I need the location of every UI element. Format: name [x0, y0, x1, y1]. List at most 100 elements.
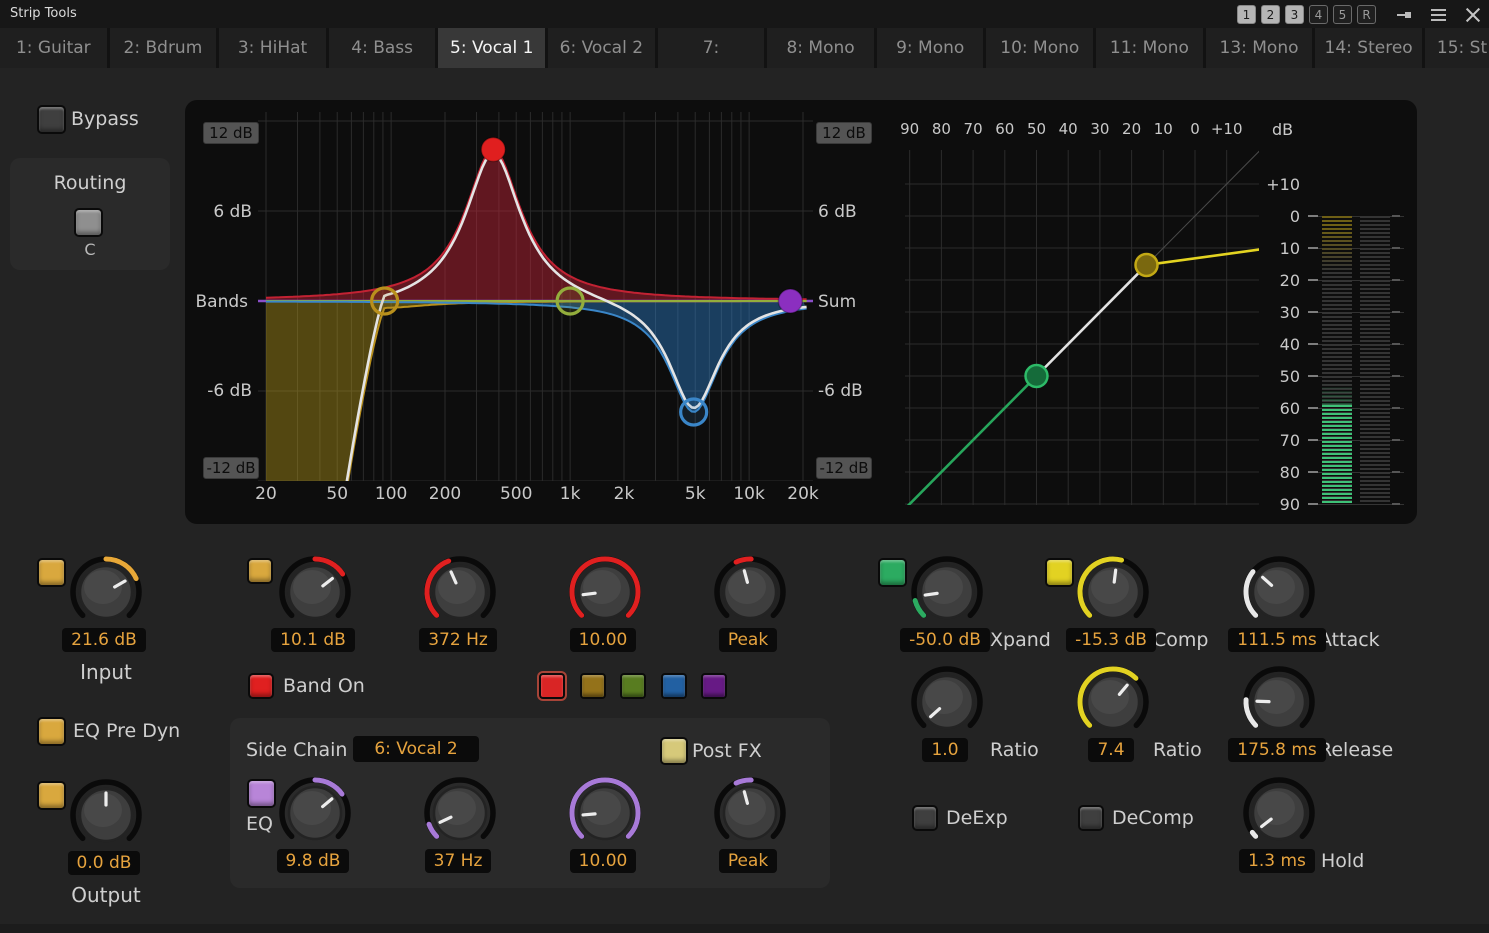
- tab-3[interactable]: 3: HiHat: [219, 28, 326, 68]
- band-color-swatch-2[interactable]: [580, 673, 606, 699]
- attack-knob[interactable]: [1239, 552, 1319, 632]
- output-value-text: 0.0 dB: [68, 851, 141, 875]
- xpand-ratio-value[interactable]: 1.0: [885, 738, 1005, 762]
- meter-tick-left: [1308, 215, 1318, 217]
- band-color-swatch-4[interactable]: [661, 673, 687, 699]
- eq-minus6db-right-label: -6 dB: [818, 381, 863, 401]
- band-q-knob[interactable]: [565, 552, 645, 632]
- close-icon[interactable]: [1465, 7, 1481, 23]
- sc-type-value[interactable]: Peak: [688, 849, 808, 873]
- tab-1[interactable]: 1: Guitar: [0, 28, 107, 68]
- input-knob[interactable]: [66, 552, 146, 632]
- snapshot-button-R[interactable]: R: [1357, 5, 1376, 24]
- sc-gain-knob[interactable]: [275, 773, 355, 853]
- bottom-strip: [0, 924, 1489, 933]
- output-knob[interactable]: [66, 775, 146, 855]
- eq-handle-band-2-bell[interactable]: [481, 138, 505, 162]
- tab-14[interactable]: 15: St: [1425, 28, 1489, 68]
- release-knob[interactable]: [1239, 662, 1319, 742]
- sc-freq-value[interactable]: 37 Hz: [398, 849, 518, 873]
- band-type-knob[interactable]: [710, 552, 790, 632]
- xpand-ratio-knob[interactable]: [907, 662, 987, 742]
- eq-and-dynamics-graph[interactable]: [185, 100, 1417, 524]
- band-type-value[interactable]: Peak: [688, 628, 808, 652]
- menu-icon[interactable]: [1431, 9, 1446, 21]
- band-gain-value[interactable]: 10.1 dB: [253, 628, 373, 652]
- tab-9[interactable]: 9: Mono: [877, 28, 984, 68]
- meter-tick-right: [1392, 311, 1400, 313]
- band-select-checkbox[interactable]: [247, 558, 273, 584]
- snapshot-button-1[interactable]: 1: [1237, 5, 1256, 24]
- snapshot-button-2[interactable]: 2: [1261, 5, 1280, 24]
- sc-q-knob[interactable]: [565, 773, 645, 853]
- tab-13[interactable]: 14: Stereo: [1315, 28, 1422, 68]
- eq-sum-label: Sum: [818, 292, 856, 312]
- tab-8[interactable]: 8: Mono: [767, 28, 874, 68]
- meter-left: [1322, 216, 1352, 505]
- eq-top-left-badge[interactable]: 12 dB: [203, 122, 259, 144]
- eq-handle-band-4-bell[interactable]: [681, 399, 707, 425]
- tab-6[interactable]: 6: Vocal 2: [548, 28, 655, 68]
- tab-4[interactable]: 4: Bass: [329, 28, 436, 68]
- comp-ratio-value[interactable]: 7.4: [1051, 738, 1171, 762]
- tab-11[interactable]: 11: Mono: [1096, 28, 1203, 68]
- tab-7[interactable]: 7:: [658, 28, 765, 68]
- output-enable-checkbox[interactable]: [37, 781, 66, 810]
- snapshot-button-3[interactable]: 3: [1285, 5, 1304, 24]
- dock-icon[interactable]: [1396, 7, 1412, 23]
- eq-handle-band-5-flat[interactable]: [778, 289, 802, 313]
- band-freq-value[interactable]: 372 Hz: [398, 628, 518, 652]
- eq-pre-dyn-checkbox[interactable]: [37, 717, 66, 746]
- band-q-value[interactable]: 10.00: [543, 628, 663, 652]
- attack-value[interactable]: 111.5 ms: [1217, 628, 1337, 652]
- comp-enable-checkbox[interactable]: [1045, 558, 1074, 587]
- hold-knob[interactable]: [1239, 773, 1319, 853]
- release-value[interactable]: 175.8 ms: [1217, 738, 1337, 762]
- decomp-checkbox[interactable]: [1078, 805, 1104, 831]
- routing-c-button[interactable]: [74, 208, 103, 237]
- decomp-label: DeComp: [1112, 807, 1194, 829]
- xpand-enable-checkbox[interactable]: [878, 558, 907, 587]
- comp-ratio-knob[interactable]: [1073, 662, 1153, 742]
- eq-handle-band-1-low-cut[interactable]: [372, 288, 398, 314]
- output-value[interactable]: 0.0 dB: [44, 851, 164, 875]
- dyn-output-tick-+10: +10: [1246, 175, 1300, 194]
- input-enable-checkbox[interactable]: [37, 558, 66, 587]
- tab-10[interactable]: 10: Mono: [986, 28, 1093, 68]
- bypass-checkbox[interactable]: [37, 105, 66, 134]
- meter-tick-left: [1308, 311, 1318, 313]
- deexp-checkbox[interactable]: [912, 805, 938, 831]
- sc-type-knob[interactable]: [710, 773, 790, 853]
- comp-ratio-value-text: 7.4: [1088, 738, 1133, 762]
- sc-gain-value[interactable]: 9.8 dB: [253, 849, 373, 873]
- band-on-checkbox[interactable]: [248, 673, 274, 699]
- band-color-swatch-1[interactable]: [539, 673, 565, 699]
- eq-bottom-right-badge[interactable]: -12 dB: [816, 457, 872, 479]
- tab-12[interactable]: 13: Mono: [1206, 28, 1313, 68]
- hold-value[interactable]: 1.3 ms: [1217, 849, 1337, 873]
- snapshot-button-4[interactable]: 4: [1309, 5, 1328, 24]
- tab-2[interactable]: 2: Bdrum: [110, 28, 217, 68]
- title-bar[interactable]: Strip Tools 12345R: [0, 0, 1489, 28]
- eq-top-right-badge[interactable]: 12 dB: [816, 122, 872, 144]
- side-chain-source-dropdown[interactable]: 6: Vocal 2: [353, 736, 479, 762]
- comp-threshold-value[interactable]: -15.3 dB: [1051, 628, 1171, 652]
- dyn-handle-expander[interactable]: [1026, 365, 1048, 387]
- eq-bottom-left-badge[interactable]: -12 dB: [203, 457, 259, 479]
- input-value[interactable]: 21.6 dB: [44, 628, 164, 652]
- sc-freq-knob[interactable]: [420, 773, 500, 853]
- side-chain-eq-checkbox[interactable]: [247, 779, 276, 808]
- eq-handle-band-3-bell[interactable]: [557, 288, 583, 314]
- comp-threshold-knob[interactable]: [1073, 552, 1153, 632]
- band-color-swatch-3[interactable]: [620, 673, 646, 699]
- tab-5[interactable]: 5: Vocal 1: [438, 28, 545, 68]
- post-fx-checkbox[interactable]: [660, 737, 688, 765]
- xpand-threshold-knob[interactable]: [907, 552, 987, 632]
- band-freq-knob[interactable]: [420, 552, 500, 632]
- snapshot-button-5[interactable]: 5: [1333, 5, 1352, 24]
- band-color-swatch-5[interactable]: [701, 673, 727, 699]
- dyn-handle-compressor[interactable]: [1135, 254, 1157, 276]
- xpand-threshold-value[interactable]: -50.0 dB: [885, 628, 1005, 652]
- band-gain-knob[interactable]: [275, 552, 355, 632]
- sc-q-value[interactable]: 10.00: [543, 849, 663, 873]
